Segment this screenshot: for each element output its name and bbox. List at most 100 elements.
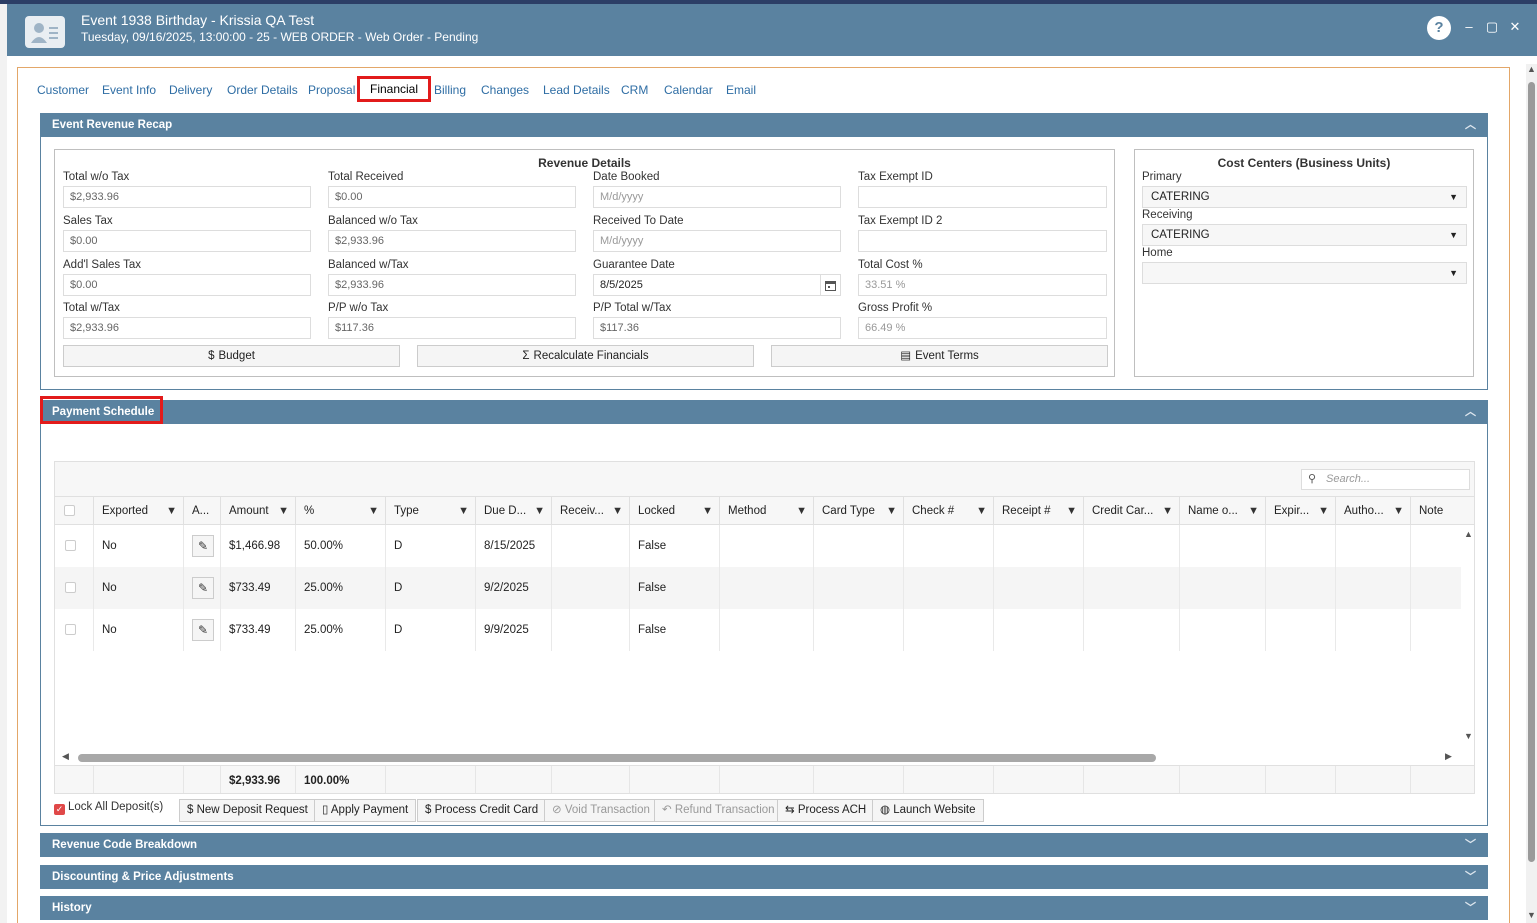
total-cost-pct-field[interactable]: 33.51 % xyxy=(858,274,1107,296)
chevron-down-icon[interactable]: ﹀ xyxy=(1465,896,1476,920)
home-select[interactable]: ▼ xyxy=(1142,262,1467,284)
tab-calendar[interactable]: Calendar xyxy=(664,83,713,97)
tab-event-info[interactable]: Event Info xyxy=(102,83,156,97)
pp-total-w-tax-field[interactable]: $117.36 xyxy=(593,317,841,339)
tab-financial[interactable]: Financial xyxy=(357,76,432,102)
col-check-number[interactable]: Check # ▼ xyxy=(904,497,994,525)
tab-proposal[interactable]: Proposal xyxy=(308,83,355,97)
discounting-header[interactable]: Discounting & Price Adjustments ﹀ xyxy=(40,865,1488,889)
chevron-up-icon[interactable]: ︿ xyxy=(1465,400,1476,424)
calendar-icon[interactable] xyxy=(820,275,840,295)
total-w-tax-field[interactable]: $2,933.96 xyxy=(63,317,311,339)
balanced-wo-tax-field[interactable]: $2,933.96 xyxy=(328,230,576,252)
maximize-button[interactable]: ▢ xyxy=(1484,19,1500,35)
tax-exempt-id-field[interactable] xyxy=(858,186,1107,208)
total-wo-tax-field[interactable]: $2,933.96 xyxy=(63,186,311,208)
filter-icon[interactable]: ▼ xyxy=(1393,497,1404,525)
history-header[interactable]: History ﹀ xyxy=(40,896,1488,920)
col-credit-card[interactable]: Credit Car... ▼ xyxy=(1084,497,1180,525)
minimize-button[interactable]: – xyxy=(1461,19,1477,35)
filter-icon[interactable]: ▼ xyxy=(1248,497,1259,525)
void-transaction-button[interactable]: ⊘ Void Transaction xyxy=(544,799,658,822)
tab-customer[interactable]: Customer xyxy=(37,83,89,97)
filter-icon[interactable]: ▼ xyxy=(976,497,987,525)
scroll-down-icon[interactable]: ▼ xyxy=(1464,731,1473,741)
filter-icon[interactable]: ▼ xyxy=(796,497,807,525)
filter-icon[interactable]: ▼ xyxy=(278,497,289,525)
filter-icon[interactable]: ▼ xyxy=(458,497,469,525)
row-checkbox[interactable] xyxy=(65,582,76,593)
scroll-down-icon[interactable]: ▼ xyxy=(1527,910,1536,920)
primary-select[interactable]: CATERING ▼ xyxy=(1142,186,1467,208)
col-card-type[interactable]: Card Type ▼ xyxy=(814,497,904,525)
filter-icon[interactable]: ▼ xyxy=(1066,497,1077,525)
table-row[interactable]: No ✎ $1,466.98 50.00% D 8/15/2025 False xyxy=(55,525,1461,567)
grid-vertical-scrollbar[interactable]: ▲ ▼ xyxy=(1461,525,1474,750)
tab-delivery[interactable]: Delivery xyxy=(169,83,212,97)
apply-payment-button[interactable]: ▯ Apply Payment xyxy=(314,799,417,822)
col-due-date[interactable]: Due D... ▼ xyxy=(476,497,552,525)
col-receipt-number[interactable]: Receipt # ▼ xyxy=(994,497,1084,525)
tab-lead-details[interactable]: Lead Details xyxy=(543,83,610,97)
chevron-down-icon[interactable]: ﹀ xyxy=(1465,865,1476,889)
new-deposit-request-button[interactable]: $ New Deposit Request xyxy=(179,799,316,822)
tab-order-details[interactable]: Order Details xyxy=(227,83,298,97)
col-percent[interactable]: % ▼ xyxy=(296,497,386,525)
event-terms-button[interactable]: ▤ Event Terms xyxy=(771,345,1108,367)
total-received-field[interactable]: $0.00 xyxy=(328,186,576,208)
close-button[interactable]: ✕ xyxy=(1507,19,1523,35)
pencil-icon[interactable]: ✎ xyxy=(192,577,214,599)
received-to-date-field[interactable]: M/d/yyyy xyxy=(593,230,841,252)
sales-tax-field[interactable]: $0.00 xyxy=(63,230,311,252)
col-authorization[interactable]: Autho... ▼ xyxy=(1336,497,1411,525)
col-method[interactable]: Method ▼ xyxy=(720,497,814,525)
chevron-down-icon[interactable]: ﹀ xyxy=(1465,833,1476,857)
scroll-up-icon[interactable]: ▲ xyxy=(1527,64,1536,74)
refund-transaction-button[interactable]: ↶ Refund Transaction xyxy=(654,799,783,822)
grid-horizontal-scrollbar[interactable]: ◀ ▶ xyxy=(55,750,1461,765)
page-scrollbar[interactable]: ▲ ▼ xyxy=(1526,64,1537,923)
page-scroll-thumb[interactable] xyxy=(1528,82,1535,862)
payment-schedule-header[interactable]: Payment Schedule ︿ xyxy=(40,400,1488,424)
chevron-up-icon[interactable]: ︿ xyxy=(1465,113,1476,137)
date-booked-field[interactable]: M/d/yyyy xyxy=(593,186,841,208)
budget-button[interactable]: $ Budget xyxy=(63,345,400,367)
pencil-icon[interactable]: ✎ xyxy=(192,535,214,557)
filter-icon[interactable]: ▼ xyxy=(368,497,379,525)
scroll-left-icon[interactable]: ◀ xyxy=(62,751,69,762)
filter-icon[interactable]: ▼ xyxy=(702,497,713,525)
pp-wo-tax-field[interactable]: $117.36 xyxy=(328,317,576,339)
col-type[interactable]: Type ▼ xyxy=(386,497,476,525)
filter-icon[interactable]: ▼ xyxy=(886,497,897,525)
col-note[interactable]: Note xyxy=(1411,497,1474,525)
help-icon[interactable]: ? xyxy=(1427,16,1451,40)
filter-icon[interactable]: ▼ xyxy=(534,497,545,525)
select-all-checkbox[interactable] xyxy=(64,505,75,516)
recalculate-financials-button[interactable]: Σ Recalculate Financials xyxy=(417,345,754,367)
pencil-icon[interactable]: ✎ xyxy=(192,619,214,641)
process-ach-button[interactable]: ⇆ Process ACH xyxy=(777,799,875,822)
launch-website-button[interactable]: ◍ Launch Website xyxy=(872,799,984,822)
revenue-code-breakdown-header[interactable]: Revenue Code Breakdown ﹀ xyxy=(40,833,1488,857)
filter-icon[interactable]: ▼ xyxy=(1318,497,1329,525)
tab-billing[interactable]: Billing xyxy=(434,83,466,97)
scroll-up-icon[interactable]: ▲ xyxy=(1464,529,1473,539)
col-actions[interactable]: A... xyxy=(184,497,221,525)
table-row[interactable]: No ✎ $733.49 25.00% D 9/2/2025 False xyxy=(55,567,1461,609)
lock-all-checkbox[interactable]: ✓ xyxy=(54,804,65,815)
col-amount[interactable]: Amount ▼ xyxy=(221,497,296,525)
search-input[interactable]: ⚲ Search... xyxy=(1301,469,1470,490)
filter-icon[interactable]: ▼ xyxy=(166,497,177,525)
guarantee-date-field[interactable]: 8/5/2025 xyxy=(593,274,841,296)
row-checkbox[interactable] xyxy=(65,624,76,635)
addl-sales-tax-field[interactable]: $0.00 xyxy=(63,274,311,296)
table-row[interactable]: No ✎ $733.49 25.00% D 9/9/2025 False xyxy=(55,609,1461,651)
balanced-w-tax-field[interactable]: $2,933.96 xyxy=(328,274,576,296)
col-received[interactable]: Receiv... ▼ xyxy=(552,497,630,525)
scroll-right-icon[interactable]: ▶ xyxy=(1445,751,1452,762)
tax-exempt-id2-field[interactable] xyxy=(858,230,1107,252)
col-locked[interactable]: Locked ▼ xyxy=(630,497,720,525)
grid-scroll-thumb[interactable] xyxy=(78,754,1156,762)
revenue-recap-header[interactable]: Event Revenue Recap ︿ xyxy=(40,113,1488,137)
receiving-select[interactable]: CATERING ▼ xyxy=(1142,224,1467,246)
